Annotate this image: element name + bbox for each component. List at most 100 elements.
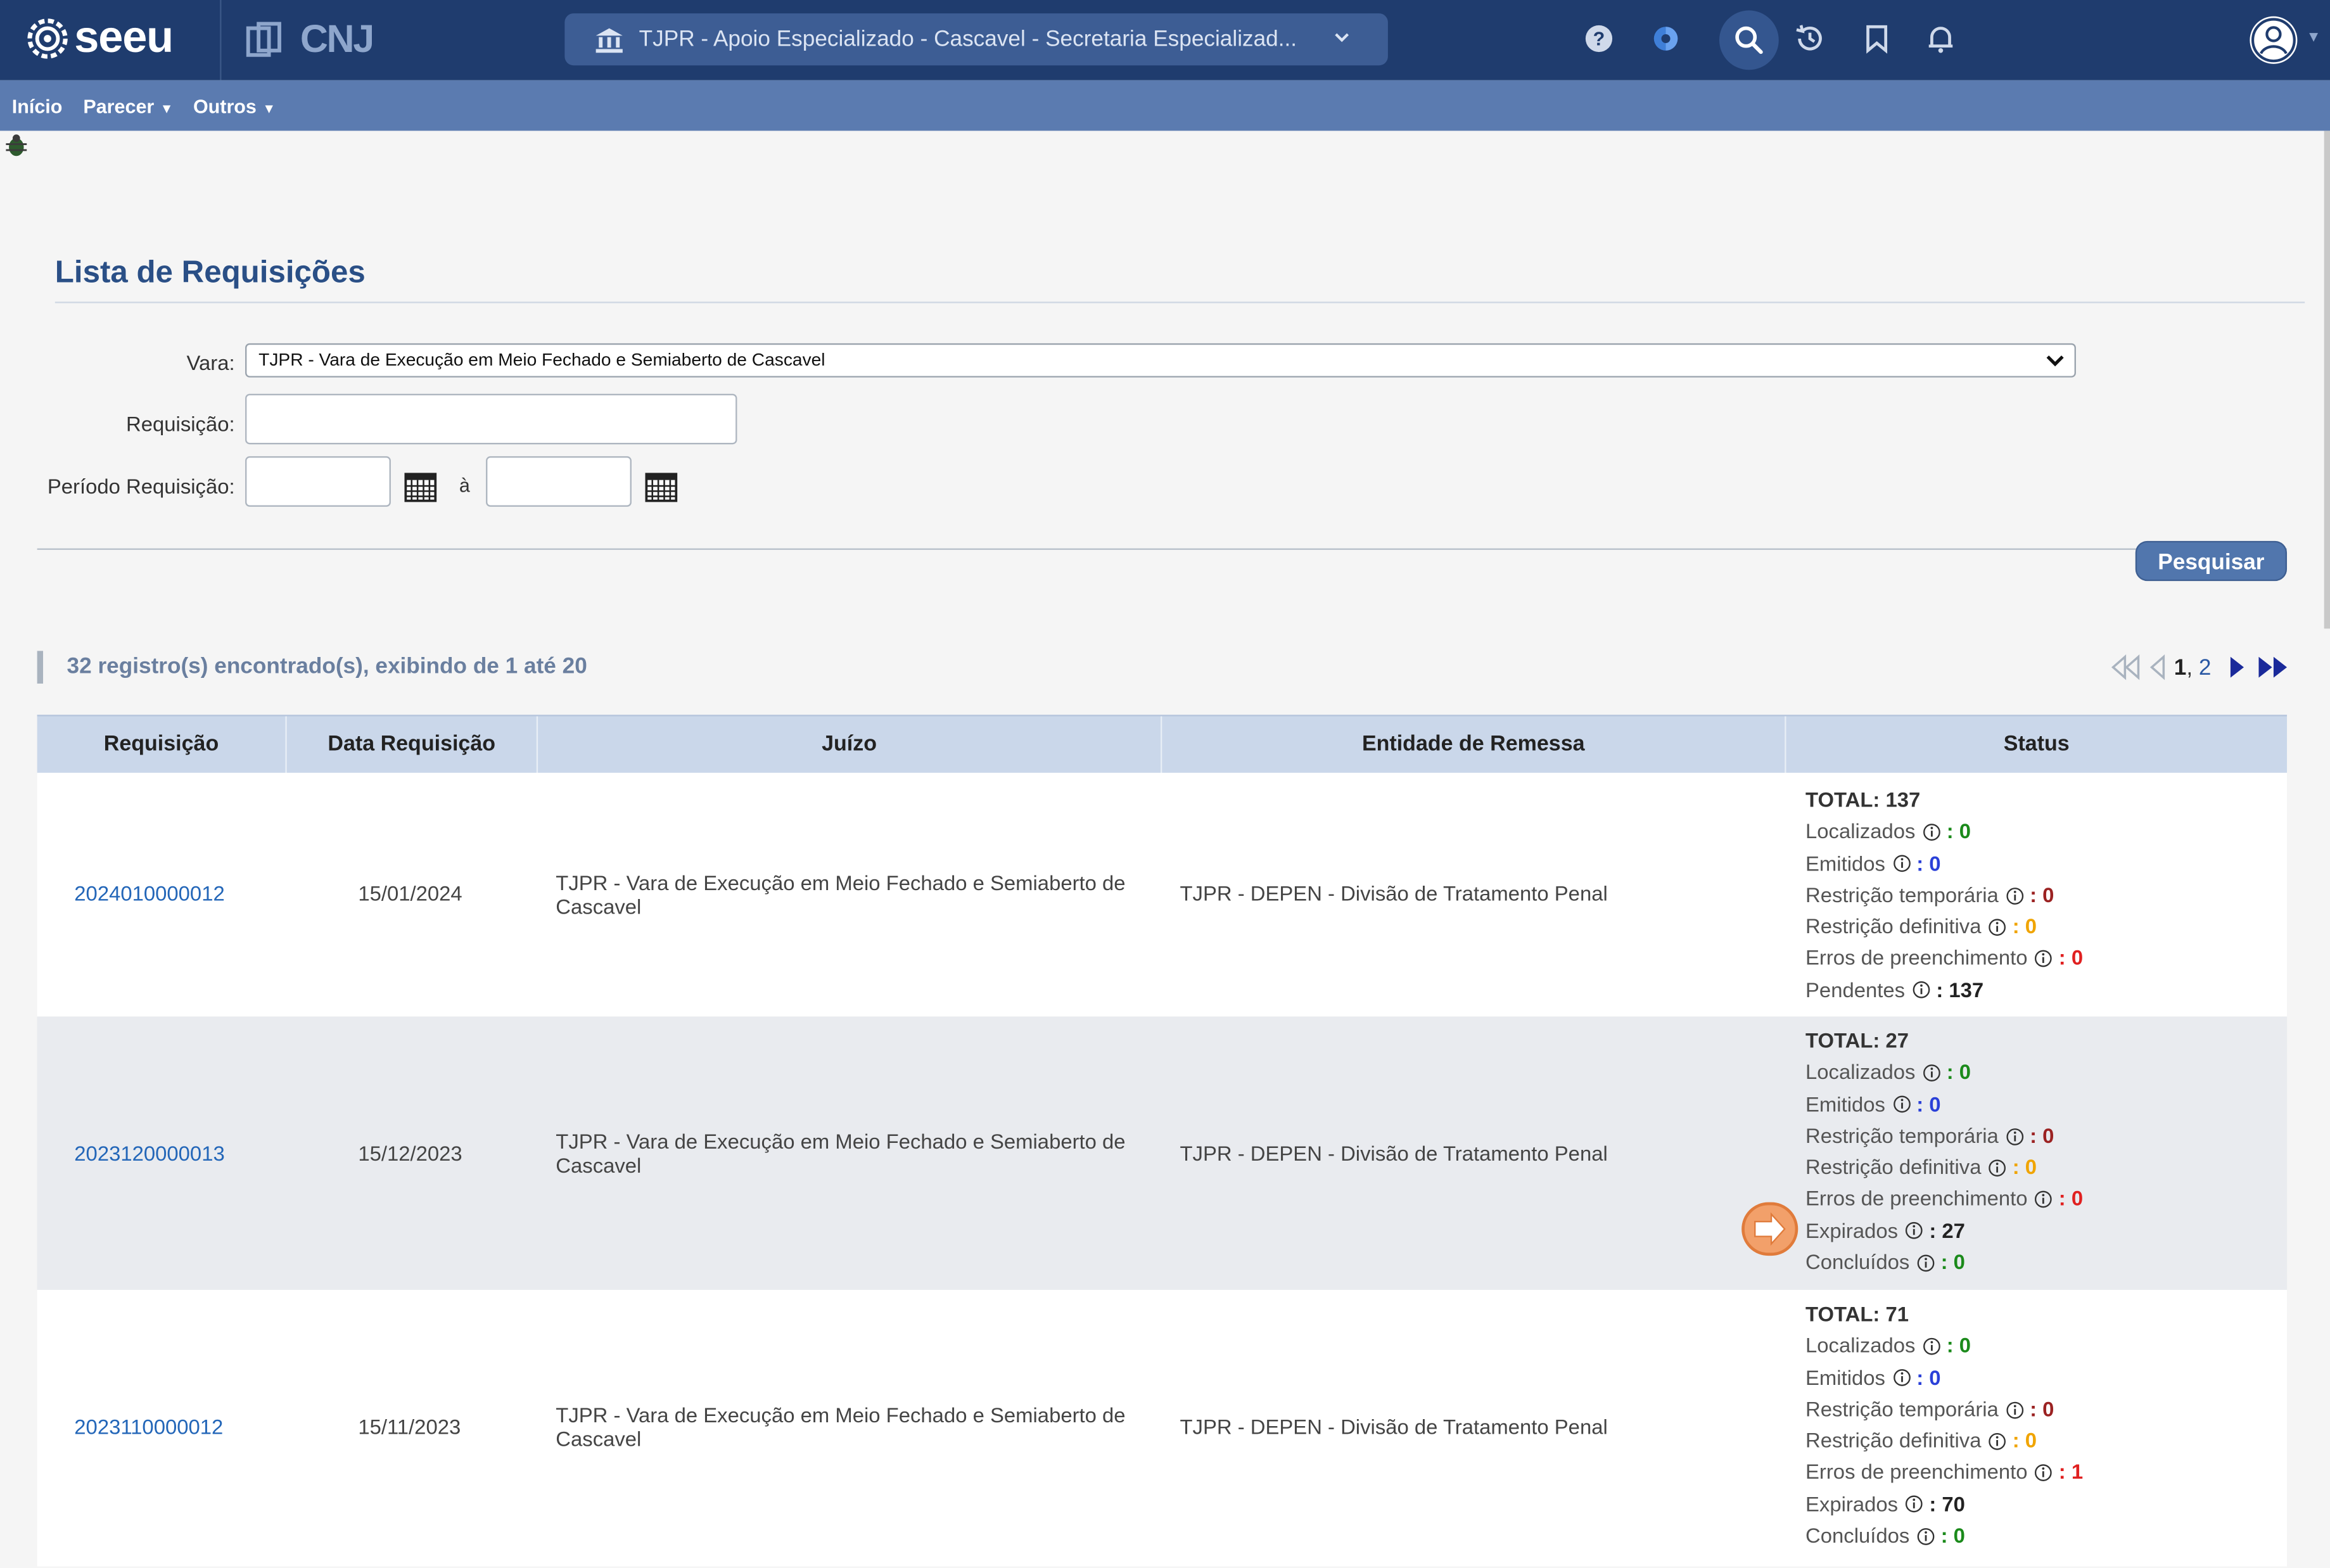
title-divider — [54, 302, 2305, 303]
last-page-icon[interactable] — [2256, 654, 2291, 680]
requisicao-input[interactable] — [245, 393, 737, 445]
user-menu-chevron-icon[interactable]: ▼ — [2307, 30, 2321, 46]
requisicao-link[interactable]: 2024010000012 — [74, 881, 224, 905]
info-icon[interactable] — [1893, 1095, 1911, 1113]
vara-label: Vara: — [186, 350, 235, 375]
info-icon[interactable] — [2035, 1464, 2053, 1482]
vara-select[interactable]: TJPR - Vara de Execução em Meio Fechado … — [245, 343, 2076, 378]
pagination: 1, 2 — [2110, 651, 2291, 684]
info-icon[interactable] — [2006, 886, 2024, 904]
location-selector[interactable]: TJPR - Apoio Especializado - Cascavel - … — [564, 13, 1388, 66]
status-total: TOTAL: 71 — [1805, 1301, 1909, 1326]
menu-parecer[interactable]: Parecer ▼ — [83, 95, 173, 117]
info-icon[interactable] — [1923, 823, 1940, 841]
previous-page-icon[interactable] — [2149, 654, 2167, 680]
chevron-down-icon — [1335, 33, 1349, 42]
info-icon[interactable] — [1989, 1159, 2006, 1176]
page-separator: , — [2186, 654, 2193, 680]
status-value: : 27 — [1929, 1218, 1965, 1242]
info-icon[interactable] — [2006, 1127, 2024, 1145]
col-header-entidade[interactable]: Entidade de Remessa — [1162, 716, 1786, 775]
status-value: : 0 — [2030, 883, 2054, 907]
requisicao-label: Requisição: — [126, 411, 235, 436]
info-icon[interactable] — [1923, 1337, 1940, 1355]
page-title: Lista de Requisições — [54, 255, 366, 290]
status-line: Restrição definitiva: 0 — [1805, 911, 2083, 943]
info-icon[interactable] — [2006, 1401, 2024, 1418]
periodo-end-input[interactable] — [486, 456, 632, 507]
info-icon[interactable] — [1917, 1527, 1935, 1545]
page-2-link[interactable]: 2 — [2199, 654, 2212, 680]
bookmark-icon[interactable] — [1859, 21, 1894, 56]
page-scrollbar[interactable] — [2324, 131, 2330, 629]
calendar-icon[interactable] — [645, 473, 678, 502]
bug-icon[interactable] — [3, 132, 30, 159]
col-header-data[interactable]: Data Requisição — [287, 716, 538, 775]
status-value: : 0 — [2058, 1187, 2084, 1211]
status-cell: TOTAL: 137 Localizados: 0 Emitidos: 0 Rest… — [1805, 785, 2083, 1007]
periodo-start-input[interactable] — [245, 456, 391, 507]
entidade-cell: TJPR - DEPEN - Divisão de Tratamento Pen… — [1180, 881, 1608, 905]
pesquisar-button[interactable]: Pesquisar — [2135, 540, 2288, 582]
status-value: : 0 — [1916, 851, 1941, 875]
next-page-icon[interactable] — [2226, 654, 2247, 680]
arrow-pointer-icon — [1741, 1202, 1798, 1256]
help-icon[interactable]: ? — [1581, 21, 1617, 56]
app-window: seeu CNJ TJPR - Apoio Especializado - Ca… — [0, 0, 2330, 1568]
calendar-icon[interactable] — [404, 473, 437, 502]
first-page-icon[interactable] — [2110, 654, 2143, 680]
top-navigation-bar: seeu CNJ TJPR - Apoio Especializado - Ca… — [0, 0, 2330, 80]
status-label: Concluídos — [1805, 1523, 1910, 1548]
records-summary: 32 registro(s) encontrado(s), exibindo d… — [67, 654, 587, 679]
status-line: Concluídos: 0 — [1805, 1247, 2083, 1278]
seeu-gear-icon — [27, 18, 68, 59]
info-icon[interactable] — [1989, 1432, 2006, 1450]
search-button[interactable] — [1719, 10, 1779, 70]
col-header-requisicao[interactable]: Requisição — [37, 716, 287, 775]
col-header-status[interactable]: Status — [1786, 717, 2288, 774]
status-value: : 70 — [1929, 1491, 1965, 1516]
location-text: TJPR - Apoio Especializado - Cascavel - … — [639, 27, 1297, 53]
seeu-logo[interactable]: seeu — [27, 13, 174, 63]
status-label: Erros de preenchimento — [1805, 1460, 2028, 1484]
status-label: Emitidos — [1805, 851, 1885, 875]
status-line: Erros de preenchimento: 1 — [1805, 1457, 2083, 1489]
table-row: 2023110000012 15/11/2023 TJPR - Vara de … — [37, 1290, 2288, 1567]
status-cell: TOTAL: 71 Localizados: 0 Emitidos: 0 Restr… — [1805, 1299, 2083, 1552]
table-row: 2024010000012 15/01/2024 TJPR - Vara de … — [37, 772, 2288, 1017]
records-accent-bar — [37, 651, 44, 684]
status-label: Localizados — [1805, 819, 1916, 843]
status-label: Localizados — [1805, 1333, 1916, 1358]
info-icon[interactable] — [1906, 1222, 1923, 1240]
info-icon[interactable] — [1913, 981, 1930, 999]
info-icon[interactable] — [1893, 1369, 1911, 1387]
status-label: Restrição definitiva — [1805, 1155, 1982, 1179]
status-label: Concluídos — [1805, 1249, 1910, 1274]
status-label: Restrição temporária — [1805, 1396, 1999, 1421]
info-icon[interactable] — [2035, 1190, 2053, 1208]
info-icon[interactable] — [1906, 1496, 1923, 1514]
requisicao-link[interactable]: 2023120000013 — [74, 1141, 224, 1165]
requisicao-link[interactable]: 2023110000012 — [74, 1415, 223, 1439]
cnj-logo: CNJ — [244, 16, 374, 63]
status-value: : 0 — [1916, 1092, 1941, 1116]
table-row: 2023120000013 15/12/2023 TJPR - Vara de … — [37, 1016, 2288, 1291]
info-icon[interactable] — [2035, 950, 2053, 967]
info-icon[interactable] — [1923, 1064, 1940, 1081]
menu-outros[interactable]: Outros ▼ — [193, 95, 276, 117]
history-icon[interactable] — [1792, 21, 1828, 56]
bell-icon[interactable] — [1923, 21, 1958, 56]
theme-icon[interactable] — [1648, 21, 1683, 56]
col-header-juizo[interactable]: Juízo — [538, 716, 1162, 775]
status-line: Emitidos: 0 — [1805, 1088, 2083, 1120]
status-line: Erros de preenchimento: 0 — [1805, 943, 2083, 974]
status-value: : 0 — [1946, 1333, 1971, 1358]
status-label: Restrição temporária — [1805, 1123, 1999, 1147]
info-icon[interactable] — [1917, 1254, 1935, 1272]
menu-inicio[interactable]: Início — [12, 95, 63, 117]
periodo-label: Período Requisição: — [47, 474, 235, 498]
chevron-down-icon — [2046, 355, 2064, 367]
user-avatar-icon[interactable] — [2247, 13, 2300, 67]
info-icon[interactable] — [1989, 918, 2006, 936]
info-icon[interactable] — [1893, 855, 1911, 872]
